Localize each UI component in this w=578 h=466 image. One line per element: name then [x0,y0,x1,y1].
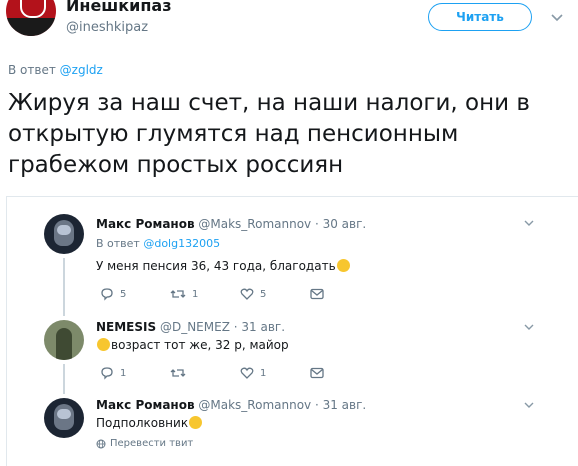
replies-panel [6,196,578,466]
thread-connector [63,258,65,316]
reply-author-name[interactable]: Макс Романов [96,217,195,231]
like-count: 1 [260,367,267,379]
hug-emoji-icon [336,259,350,272]
translate-label: Перевести твит [110,438,194,449]
reply-action[interactable]: 5 [100,287,170,301]
heart-icon [240,367,254,379]
reply-prefix: В ответ [8,63,56,77]
retweet-action[interactable]: 1 [170,287,240,301]
retweet-icon [170,369,186,377]
reply-avatar[interactable] [44,214,84,254]
reply-mention[interactable]: @dolg132005 [143,237,220,250]
author-avatar[interactable] [6,0,56,36]
reply-prefix: В ответ [96,237,140,250]
reply-header: Макс Романов @Maks_Romannov · 31 авг. [96,398,366,412]
envelope-icon [310,367,324,379]
like-action[interactable]: 1 [240,366,310,380]
like-action[interactable]: 5 [240,287,310,301]
reply-header: Макс Романов @Maks_Romannov · 30 авг. [96,217,366,231]
heart-icon [240,288,254,300]
reply-mention[interactable]: @zgldz [60,63,103,77]
translate-tweet-link[interactable]: Перевести твит [96,438,193,449]
reply-text-content: возраст тот же, 32 р, майор [111,338,289,352]
reply-author-name[interactable]: Макс Романов [96,398,195,412]
thread-connector [63,364,65,394]
visor-shape [57,225,71,235]
chevron-down-icon[interactable] [522,398,536,412]
reply-count: 1 [120,367,127,379]
reply-icon [101,288,113,301]
reply-avatar[interactable] [44,320,84,360]
retweet-count: 1 [192,288,199,300]
chevron-down-icon[interactable] [548,8,566,26]
clap-emoji-icon [97,338,110,351]
visor-shape [57,409,71,419]
reply-actions: 1 1 [100,366,380,380]
author-name[interactable]: Инешкипаз [66,0,172,15]
figure-shape [56,328,72,360]
reply-author-handle[interactable]: @D_NEMEZ [160,320,230,334]
reply-text: Подполковник [96,416,203,430]
retweet-icon [170,290,186,298]
reply-context: В ответ @dolg132005 [96,237,220,250]
follow-button[interactable]: Читать [428,3,532,31]
avatar-band [6,18,56,36]
author-handle[interactable]: @ineshkipaz [66,20,148,35]
chevron-down-icon[interactable] [522,320,536,334]
reply-date[interactable]: · 30 авг. [315,217,366,231]
globe-icon [96,439,106,448]
reply-text-content: У меня пенсия 36, 43 года, благодать [96,259,336,273]
reply-context: В ответ @zgldz [8,63,103,77]
reply-date[interactable]: · 31 авг. [234,320,285,334]
chevron-down-icon[interactable] [522,216,536,230]
reply-action[interactable]: 1 [100,366,170,380]
reply-text: возраст тот же, 32 р, майор [96,338,289,352]
message-action[interactable] [310,367,380,379]
reply-header: NEMESIS @D_NEMEZ · 31 авг. [96,320,285,334]
reply-icon [101,367,113,380]
reply-author-name[interactable]: NEMESIS [96,320,156,334]
reply-author-handle[interactable]: @Maks_Romannov [198,217,311,231]
reply-date[interactable]: · 31 авг. [315,398,366,412]
clap-emoji-icon [189,416,203,429]
emblem-icon [20,0,46,18]
reply-count: 5 [120,288,127,300]
reply-text: У меня пенсия 36, 43 года, благодать [96,259,351,273]
reply-actions: 5 1 5 [100,287,380,301]
envelope-icon [310,288,324,300]
reply-author-handle[interactable]: @Maks_Romannov [198,398,311,412]
retweet-action[interactable] [170,366,240,380]
reply-text-content: Подполковник [96,416,189,430]
tweet-text: Жируя за наш счет, на наши налоги, они в… [8,90,530,178]
message-action[interactable] [310,288,380,300]
reply-avatar[interactable] [44,398,84,438]
like-count: 5 [260,288,267,300]
